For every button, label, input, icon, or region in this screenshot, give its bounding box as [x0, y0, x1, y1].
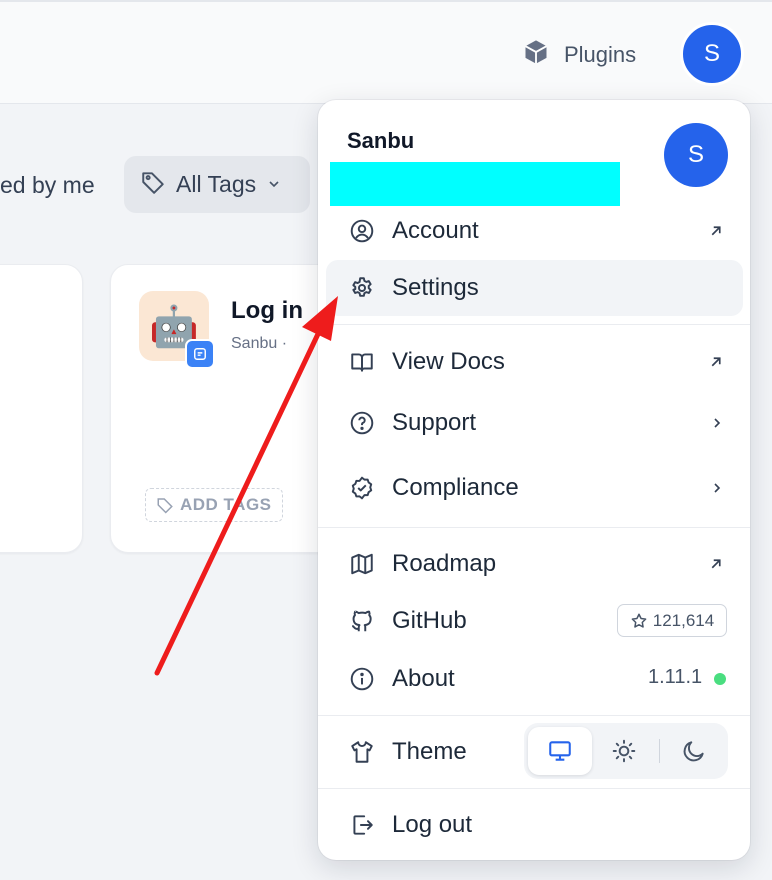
menu-item-roadmap[interactable]: Roadmap	[326, 536, 743, 592]
theme-system-button[interactable]	[528, 727, 592, 775]
chat-badge-icon	[185, 339, 215, 369]
chevron-right-icon	[709, 415, 725, 431]
sun-icon	[612, 739, 636, 763]
shirt-icon	[348, 738, 376, 766]
divider	[318, 527, 750, 528]
logout-icon	[348, 811, 376, 839]
github-stars-badge: 121,614	[617, 604, 727, 637]
all-tags-label: All Tags	[176, 171, 257, 197]
avatar-initial: S	[687, 141, 704, 168]
divider	[318, 788, 750, 789]
book-icon	[348, 348, 376, 376]
menu-item-support[interactable]: Support	[326, 395, 743, 451]
app-card[interactable]	[0, 264, 83, 553]
external-link-icon	[707, 222, 725, 240]
external-link-icon	[707, 353, 725, 371]
info-icon	[348, 665, 376, 693]
cube-icon	[522, 38, 550, 72]
help-circle-icon	[348, 409, 376, 437]
menu-item-label: About	[392, 665, 455, 692]
chevron-down-icon	[266, 171, 282, 198]
theme-dark-button[interactable]	[662, 727, 726, 775]
tag-icon	[140, 169, 166, 201]
moon-icon	[683, 741, 704, 762]
shield-check-icon	[348, 474, 376, 502]
status-dot	[714, 673, 726, 685]
chevron-right-icon	[709, 480, 725, 496]
star-icon	[631, 613, 647, 628]
card-title: Log in	[231, 297, 303, 324]
user-circle-icon	[348, 217, 376, 245]
version-label: 1.11.1	[648, 666, 703, 688]
menu-item-settings[interactable]: Settings	[326, 260, 743, 316]
card-author: Sanbu ·	[231, 335, 288, 352]
theme-separator	[659, 739, 660, 763]
all-tags-dropdown[interactable]: All Tags	[124, 156, 310, 213]
monitor-icon	[549, 741, 571, 761]
github-icon	[348, 607, 376, 635]
menu-item-account[interactable]: Account	[326, 203, 743, 259]
menu-item-label: Account	[392, 217, 479, 244]
github-stars-count: 121,614	[652, 610, 715, 630]
menu-item-label: View Docs	[392, 348, 505, 375]
theme-light-button[interactable]	[592, 727, 656, 775]
top-bar	[0, 0, 772, 104]
menu-item-compliance[interactable]: Compliance	[326, 460, 743, 516]
plugins-button[interactable]: Plugins	[522, 38, 636, 72]
user-menu: Sanbu S Account Settings View Docs Suppo…	[318, 100, 750, 860]
menu-item-label: GitHub	[392, 607, 467, 634]
menu-item-label: Log out	[392, 811, 473, 838]
menu-item-label: Settings	[392, 274, 479, 301]
avatar-initial: S	[703, 40, 720, 67]
add-tags-label: ADD TAGS	[180, 495, 272, 514]
map-icon	[348, 550, 376, 578]
menu-item-label: Support	[392, 409, 477, 436]
menu-item-label: Roadmap	[392, 550, 497, 577]
divider	[318, 715, 750, 716]
redacted-email	[330, 162, 620, 206]
menu-item-theme: Theme	[326, 724, 516, 780]
theme-switcher	[524, 723, 728, 779]
menu-item-label: Theme	[392, 738, 467, 765]
add-tags-button[interactable]: ADD TAGS	[145, 488, 283, 522]
external-link-icon	[707, 555, 725, 573]
user-avatar-button[interactable]: S	[680, 22, 744, 86]
menu-avatar: S	[664, 123, 728, 187]
tag-icon	[157, 498, 173, 514]
gear-icon	[348, 274, 376, 302]
divider	[318, 324, 750, 325]
menu-item-label: Compliance	[392, 474, 519, 501]
menu-item-log-out[interactable]: Log out	[326, 797, 743, 853]
user-name: Sanbu	[347, 128, 415, 153]
plugins-label: Plugins	[564, 42, 637, 67]
menu-item-view-docs[interactable]: View Docs	[326, 334, 743, 390]
created-by-me-filter[interactable]: ed by me	[0, 172, 95, 199]
